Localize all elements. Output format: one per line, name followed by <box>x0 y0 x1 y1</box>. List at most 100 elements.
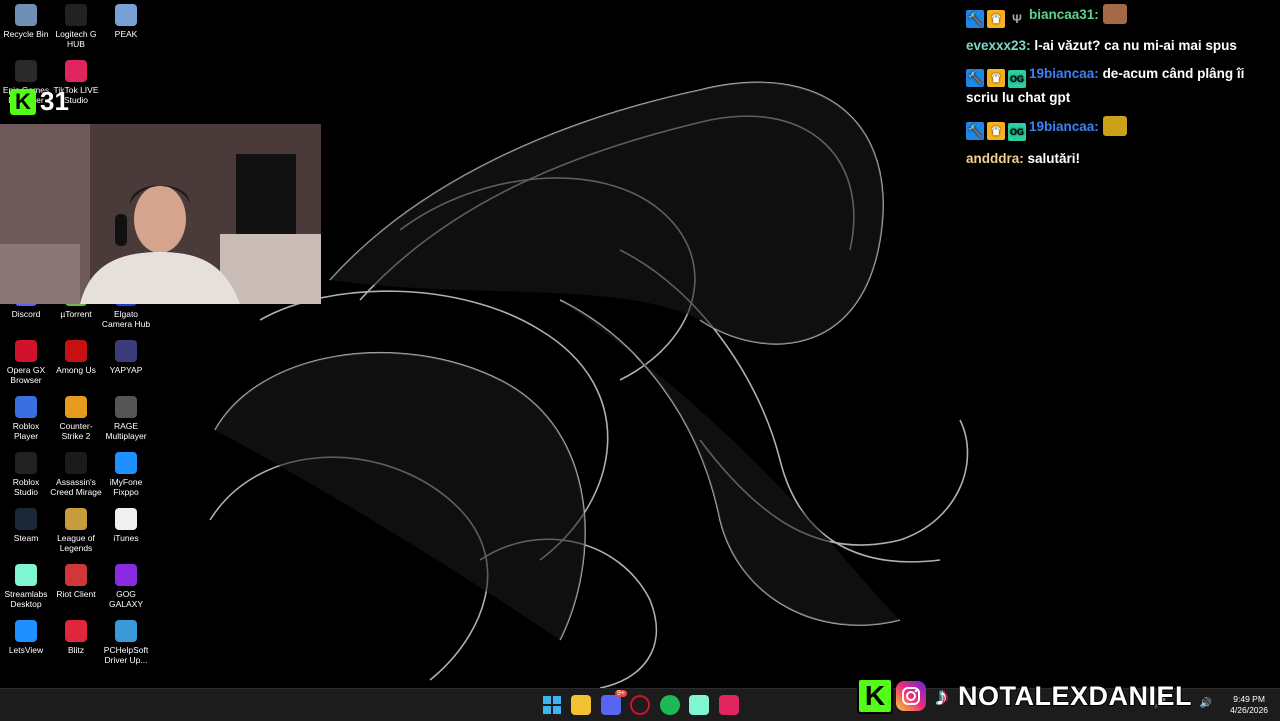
og-badge-icon: OG <box>1008 70 1026 88</box>
og-badge-icon: OG <box>1008 123 1026 141</box>
gog-icon <box>115 564 137 586</box>
desktop-icon-cs2[interactable]: Counter-Strike 2 <box>50 396 102 441</box>
chat-message: evexxx23: l-ai văzut? ca nu mi-ai mai sp… <box>966 36 1266 56</box>
desktop-icon-blitz[interactable]: Blitz <box>50 620 102 655</box>
desktop-icon-streamlabs[interactable]: Streamlabs Desktop <box>0 564 52 609</box>
desktop-icon-label: Discord <box>11 309 41 319</box>
driver-updater-icon <box>115 620 137 642</box>
chat-username: 19biancaa: <box>1029 119 1099 134</box>
desktop-icon-label: Assassin's Creed Mirage <box>50 477 102 497</box>
desktop-icon-label: iTunes <box>113 533 139 543</box>
chat-message: 🔨 ♛ OG 19biancaa: de-acum când plâng îi scr… <box>966 64 1266 108</box>
desktop-icon-logitech-g[interactable]: Logitech G HUB <box>50 4 102 49</box>
streamer-handle: NOTALEXDANIEL <box>957 680 1193 712</box>
file-explorer-icon[interactable] <box>571 695 591 715</box>
moderator-badge-icon: 🔨 <box>966 10 984 28</box>
desktop-icon-gog[interactable]: GOG GALAXY <box>100 564 152 609</box>
trident-badge-icon: Ψ <box>1012 12 1022 26</box>
desktop-icon-rage-mp[interactable]: RAGE Multiplayer <box>100 396 152 441</box>
among-us-icon <box>65 340 87 362</box>
discord-taskbar-icon[interactable]: 9+ <box>601 690 627 715</box>
yapyap-icon <box>115 340 137 362</box>
roblox-player-icon <box>15 396 37 418</box>
clock-date: 4/26/2026 <box>1230 705 1268 715</box>
blitz-icon <box>65 620 87 642</box>
desktop-icon-letsview[interactable]: LetsView <box>0 620 52 655</box>
discord-badge: 9+ <box>615 690 627 697</box>
instagram-icon <box>896 681 926 711</box>
desktop-icon-label: PEAK <box>114 29 138 39</box>
steam-icon <box>15 508 37 530</box>
desktop-icon-roblox-player[interactable]: Roblox Player <box>0 396 52 441</box>
desktop-icon-label: League of Legends <box>57 533 95 553</box>
chat-username: 19biancaa: <box>1029 66 1099 81</box>
desktop-icon-opera-gx[interactable]: Opera GX Browser <box>0 340 52 385</box>
desktop-icon-steam[interactable]: Steam <box>0 508 52 543</box>
epic-games-icon <box>15 60 37 82</box>
chat-username: biancaa31: <box>1029 7 1099 22</box>
moderator-badge-icon: 🔨 <box>966 122 984 140</box>
desktop-icon-label: iMyFone Fixppo <box>109 477 143 497</box>
desktop-icon-label: PCHelpSoft Driver Up... <box>103 645 149 665</box>
desktop-icon-label: GOG GALAXY <box>108 589 144 609</box>
chat-emote-icon <box>1102 116 1127 136</box>
webcam-feed <box>0 124 321 304</box>
desktop-icon-label: Among Us <box>56 365 96 375</box>
viewer-count: 31 <box>40 86 69 116</box>
stream-chat-overlay: 🔨 ♛ Ψbiancaa31: evexxx23: l-ai văzut? ca n… <box>966 4 1266 177</box>
desktop-icon-label: Recycle Bin <box>3 29 49 39</box>
desktop-icon-among-us[interactable]: Among Us <box>50 340 102 375</box>
desktop-icon-label: RAGE Multiplayer <box>105 421 147 441</box>
desktop-icon-recycle-bin[interactable]: Recycle Bin <box>0 4 52 39</box>
chat-username: andddra: <box>966 151 1024 166</box>
opera-gx-taskbar-icon[interactable] <box>630 695 650 715</box>
recycle-bin-icon <box>15 4 37 26</box>
tiktok-live-icon <box>65 60 87 82</box>
tiktok-live-taskbar-icon[interactable] <box>719 695 739 715</box>
desktop-icon-yapyap[interactable]: YAPYAP <box>100 340 152 375</box>
desktop-icon-label: µTorrent <box>60 309 92 319</box>
cs2-icon <box>65 396 87 418</box>
desktop-icon-lol[interactable]: League of Legends <box>50 508 102 553</box>
tiktok-icon: ♪ <box>935 680 949 711</box>
crown-badge-icon: ♛ <box>987 69 1005 87</box>
itunes-icon <box>115 508 137 530</box>
streamlabs-taskbar-icon[interactable] <box>689 695 709 715</box>
desktop-icon-label: Roblox Studio <box>12 477 40 497</box>
fixppo-icon <box>115 452 137 474</box>
crown-badge-icon: ♛ <box>987 122 1005 140</box>
moderator-badge-icon: 🔨 <box>966 69 984 87</box>
desktop-icon-label: Counter-Strike 2 <box>59 421 93 441</box>
desktop-icon-label: Elgato Camera Hub <box>101 309 151 329</box>
desktop-icon-label: YAPYAP <box>109 365 143 375</box>
desktop-icon-driver-updater[interactable]: PCHelpSoft Driver Up... <box>100 620 152 665</box>
streamlabs-icon <box>15 564 37 586</box>
volume-icon[interactable]: 🔊 <box>1200 698 1212 709</box>
desktop-icon-label: Blitz <box>67 645 85 655</box>
desktop-icon-label: LetsView <box>8 645 44 655</box>
spotify-icon[interactable] <box>660 695 680 715</box>
ac-mirage-icon <box>65 452 87 474</box>
system-clock[interactable]: 9:49 PM 4/26/2026 <box>1230 694 1268 716</box>
desktop-icon-itunes[interactable]: iTunes <box>100 508 152 543</box>
desktop-icon-label: Opera GX Browser <box>6 365 46 385</box>
clock-time: 9:49 PM <box>1233 694 1265 704</box>
windows-start-icon[interactable] <box>542 695 562 715</box>
desktop-icon-fixppo[interactable]: iMyFone Fixppo <box>100 452 152 497</box>
desktop-icon-label: Riot Client <box>56 589 96 599</box>
lol-icon <box>65 508 87 530</box>
logitech-g-icon <box>65 4 87 26</box>
kick-viewer-counter: K 31 <box>10 86 69 117</box>
chat-emote-icon <box>1102 4 1127 24</box>
desktop-icon-peak[interactable]: PEAK <box>100 4 152 39</box>
chat-message: andddra: salutări! <box>966 149 1266 169</box>
chat-message: 🔨 ♛ OG 19biancaa: <box>966 116 1266 141</box>
chat-text: salutări! <box>1027 151 1081 166</box>
desktop-icon-riot-client[interactable]: Riot Client <box>50 564 102 599</box>
desktop-icon-label: Logitech G HUB <box>55 29 97 49</box>
rage-mp-icon <box>115 396 137 418</box>
desktop-icon-roblox-studio[interactable]: Roblox Studio <box>0 452 52 497</box>
desktop-icon-ac-mirage[interactable]: Assassin's Creed Mirage <box>50 452 102 497</box>
social-handle-overlay: K ♪ NOTALEXDANIEL <box>857 678 1193 714</box>
chat-text: l-ai văzut? ca nu mi-ai mai spus <box>1034 38 1237 53</box>
